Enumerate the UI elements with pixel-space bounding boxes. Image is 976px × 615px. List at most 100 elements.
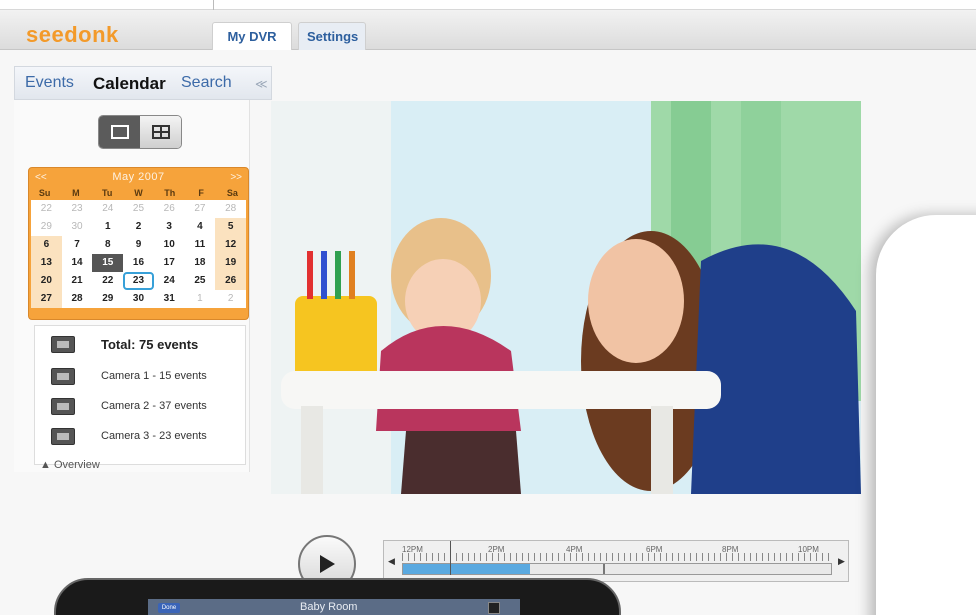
calendar-day[interactable]: 18 (185, 254, 216, 272)
weekday-label: M (72, 188, 80, 198)
collapse-icon[interactable]: ≪ (255, 77, 268, 91)
single-view-button[interactable] (99, 116, 140, 148)
seedonk-logo: seedonk (26, 22, 119, 47)
camera-icon (51, 367, 75, 385)
camera-3-row[interactable]: Camera 3 - 23 events (35, 422, 247, 450)
device-overlay (876, 215, 976, 615)
calendar-day[interactable]: 16 (123, 254, 154, 272)
calendar-day[interactable]: 3 (154, 218, 185, 236)
calendar-day[interactable]: 22 (31, 200, 62, 218)
calendar-day[interactable]: 22 (92, 272, 123, 290)
calendar-day[interactable]: 24 (154, 272, 185, 290)
timeline-recorded-segment (403, 564, 530, 574)
calendar-day[interactable]: 29 (92, 290, 123, 308)
calendar-day[interactable]: 21 (62, 272, 93, 290)
video-player[interactable] (271, 101, 861, 494)
calendar-day[interactable]: 12 (215, 236, 246, 254)
calendar-day[interactable]: 2 (123, 218, 154, 236)
calendar-day[interactable]: 13 (31, 254, 62, 272)
calendar-month-label: May 2007 (112, 171, 165, 183)
calendar-day[interactable]: 15 (92, 254, 124, 272)
calendar-day[interactable]: 30 (62, 218, 93, 236)
calendar-day[interactable]: 4 (185, 218, 216, 236)
overview-toggle[interactable]: ▲ Overview (40, 459, 100, 471)
calendar-day[interactable]: 30 (123, 290, 154, 308)
timeline-scrubber[interactable]: ◀ ▶ 12PM 2PM 4PM 6PM 8PM 10PM (383, 540, 849, 582)
calendar-day[interactable]: 10 (154, 236, 185, 254)
subnav-search-link[interactable]: Search (181, 74, 232, 92)
calendar-day[interactable]: 14 (62, 254, 93, 272)
view-toggle (98, 115, 182, 149)
top-strip (0, 0, 976, 10)
calendar-day[interactable]: 1 (185, 290, 216, 308)
calendar-day[interactable]: 7 (62, 236, 93, 254)
weekday-label: Tu (102, 188, 113, 198)
camera-2-row[interactable]: Camera 2 - 37 events (35, 392, 247, 420)
timeline-prev-icon[interactable]: ◀ (388, 556, 395, 567)
weekday-header: Su M Tu W Th F Sa (29, 186, 248, 200)
phone-back-button[interactable]: Done (158, 603, 180, 613)
calendar-subnav: Events Calendar Search ≪ (14, 66, 272, 100)
camera-icon (51, 427, 75, 445)
calendar-day[interactable]: 8 (92, 236, 123, 254)
timeline-divider (603, 564, 605, 574)
timeline-ticks (402, 553, 832, 561)
total-events-row[interactable]: Total: 75 events (35, 330, 247, 358)
calendar-day[interactable]: 6 (31, 236, 62, 254)
timeline-playhead[interactable] (450, 541, 451, 575)
calendar-day[interactable]: 9 (123, 236, 154, 254)
calendar-day[interactable]: 28 (215, 200, 246, 218)
camera-1-row[interactable]: Camera 1 - 15 events (35, 362, 247, 390)
calendar-day[interactable]: 27 (31, 290, 62, 308)
subnav-events-link[interactable]: Events (25, 74, 74, 92)
next-month-button[interactable]: >> (230, 172, 242, 183)
calendar-days: 22 23 24 25 26 27 28 29 30 1 2 3 4 5 6 7 8 9 10 11 12 13 14 15 1… (31, 200, 246, 308)
timeline-next-icon[interactable]: ▶ (838, 556, 845, 567)
calendar-day[interactable]: 23 (62, 200, 93, 218)
weekday-label: Su (38, 188, 51, 198)
calendar-day[interactable]: 26 (154, 200, 185, 218)
calendar-day[interactable]: 27 (185, 200, 216, 218)
grid-view-button[interactable] (140, 116, 181, 148)
phone-menu-icon[interactable] (488, 602, 500, 614)
calendar-day[interactable]: 11 (185, 236, 216, 254)
camera-3-label: Camera 3 - 23 events (101, 430, 207, 442)
calendar-day[interactable]: 20 (31, 272, 62, 290)
video-frame (271, 101, 861, 494)
prev-month-button[interactable]: << (35, 172, 47, 183)
calendar-day[interactable]: 25 (185, 272, 216, 290)
subnav-calendar-link[interactable]: Calendar (93, 74, 166, 94)
camera-icon (51, 335, 75, 353)
calendar-day[interactable]: 19 (215, 254, 246, 272)
calendar-day[interactable]: 26 (215, 272, 246, 290)
total-events-label: Total: 75 events (101, 336, 199, 352)
calendar-day[interactable]: 28 (62, 290, 93, 308)
calendar-day[interactable]: 24 (92, 200, 123, 218)
phone-title: Baby Room (300, 601, 358, 613)
weekday-label: W (134, 188, 143, 198)
tab-my-dvr[interactable]: My DVR (212, 22, 292, 50)
weekday-label: Th (164, 188, 176, 198)
weekday-label: F (198, 188, 204, 198)
calendar-day[interactable]: 17 (154, 254, 185, 272)
app-header: seedonk (0, 10, 976, 50)
calendar-day[interactable]: 1 (92, 218, 123, 236)
timeline-track[interactable] (402, 563, 832, 575)
camera-1-label: Camera 1 - 15 events (101, 370, 207, 382)
calendar-day[interactable]: 29 (31, 218, 62, 236)
camera-icon (51, 397, 75, 415)
calendar-day[interactable]: 23 (123, 272, 154, 290)
calendar-widget: << May 2007 >> Su M Tu W Th F Sa 22 23 24 2… (28, 167, 249, 320)
tab-settings[interactable]: Settings (298, 22, 366, 50)
calendar-day[interactable]: 5 (215, 218, 246, 236)
divider (213, 0, 214, 10)
camera-2-label: Camera 2 - 37 events (101, 400, 207, 412)
calendar-day[interactable]: 25 (123, 200, 154, 218)
calendar-day[interactable]: 31 (154, 290, 185, 308)
grid-view-icon (151, 125, 170, 139)
event-list: Total: 75 events Camera 1 - 15 events Ca… (34, 325, 246, 465)
calendar-header: << May 2007 >> (29, 168, 248, 186)
calendar-day[interactable]: 2 (215, 290, 246, 308)
single-view-icon (110, 125, 129, 139)
weekday-label: Sa (226, 188, 238, 198)
